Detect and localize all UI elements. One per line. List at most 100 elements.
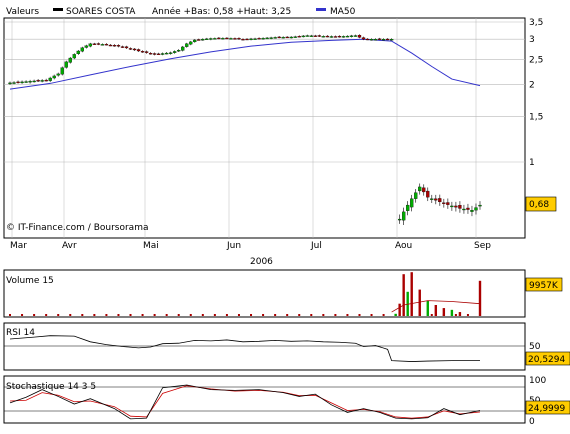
candle-body bbox=[144, 51, 149, 53]
volume-bar bbox=[93, 314, 96, 316]
candle-body bbox=[341, 36, 346, 38]
candle-body bbox=[181, 46, 185, 51]
candle-body bbox=[120, 46, 125, 48]
candle-body bbox=[84, 45, 88, 48]
candle-body bbox=[112, 45, 117, 47]
candle-body bbox=[261, 38, 265, 40]
volume-bar bbox=[153, 314, 156, 316]
price-tick-label: 2 bbox=[529, 81, 535, 91]
candle-body bbox=[281, 37, 285, 39]
volume-bar bbox=[9, 314, 11, 316]
volume-bar bbox=[398, 303, 401, 316]
candle-body bbox=[233, 38, 237, 40]
candles bbox=[8, 34, 482, 226]
volume-bar bbox=[442, 308, 446, 316]
candle-body bbox=[277, 36, 281, 39]
volume-bar bbox=[201, 314, 204, 316]
candle-body bbox=[450, 205, 454, 208]
price-tick-label: 3,5 bbox=[529, 18, 543, 28]
candle-body bbox=[446, 202, 450, 205]
candle-body bbox=[462, 208, 466, 211]
candle-body bbox=[160, 53, 165, 55]
candle-body bbox=[426, 190, 430, 198]
candle-body bbox=[369, 39, 374, 41]
volume-bar bbox=[334, 314, 337, 316]
stochastic-last: 24,9999 bbox=[528, 404, 565, 414]
price-tick-label: 1,5 bbox=[529, 113, 543, 123]
candle-body bbox=[88, 43, 92, 47]
rsi-tick-50: 50 bbox=[529, 342, 541, 352]
candle-body bbox=[325, 35, 330, 38]
volume-bar bbox=[57, 314, 60, 316]
volume-bar bbox=[418, 289, 421, 316]
series-swatch bbox=[53, 8, 63, 11]
volume-bar bbox=[454, 314, 457, 316]
candle-body bbox=[104, 43, 109, 46]
candle-body bbox=[132, 48, 137, 51]
price-axis: 3,5 3 2,5 2 1,5 1 bbox=[529, 18, 543, 168]
rsi-label: RSI 14 bbox=[6, 328, 35, 338]
volume-bar bbox=[225, 314, 228, 316]
candle-body bbox=[116, 45, 121, 47]
volume-bar bbox=[322, 314, 325, 316]
candle-body bbox=[197, 39, 201, 41]
candle-body bbox=[189, 41, 193, 45]
candle-body bbox=[297, 36, 301, 38]
candle-body bbox=[301, 35, 305, 38]
chart-canvas: Valeurs SOARES COSTA Année +Bas: 0,58 +H… bbox=[3, 6, 570, 427]
volume-bar bbox=[478, 280, 482, 316]
volume-bar bbox=[45, 314, 48, 316]
volume-bar bbox=[370, 314, 373, 316]
volume-bar bbox=[213, 314, 216, 316]
candle-body bbox=[474, 207, 478, 211]
candle-body bbox=[389, 39, 394, 41]
ma50-line bbox=[9, 38, 481, 90]
candle-body bbox=[124, 46, 129, 49]
month-axis: Mar Avr Mai Jun Jul Aou Sep bbox=[10, 241, 491, 251]
candle-body bbox=[458, 205, 462, 209]
price-tick-label: 2,5 bbox=[529, 56, 543, 66]
candle-body bbox=[333, 36, 338, 38]
candle-body bbox=[285, 36, 289, 39]
volume-bar bbox=[81, 314, 84, 316]
candle-body bbox=[353, 35, 358, 37]
volume-last: 9957K bbox=[529, 281, 559, 291]
month-label: Aou bbox=[395, 241, 412, 251]
candle-body bbox=[273, 37, 277, 39]
candle-body bbox=[165, 52, 169, 55]
volume-bar bbox=[466, 314, 469, 316]
volume-bar bbox=[286, 314, 289, 316]
ma-swatch bbox=[316, 8, 326, 11]
candle-body bbox=[177, 50, 181, 52]
volume-bar bbox=[165, 314, 168, 316]
candle-body bbox=[305, 35, 309, 37]
candle-body bbox=[349, 35, 354, 37]
candle-body bbox=[209, 38, 213, 40]
candle-body bbox=[381, 39, 386, 41]
last-price: 0,68 bbox=[529, 200, 549, 210]
candle-body bbox=[140, 51, 145, 53]
candle-body bbox=[100, 44, 105, 46]
candle-body bbox=[40, 80, 44, 82]
candle-body bbox=[422, 187, 426, 193]
volume-bar bbox=[105, 314, 108, 316]
volume-bar bbox=[450, 309, 454, 316]
candle-body bbox=[68, 57, 72, 63]
ma-label: MA50 bbox=[330, 7, 356, 17]
candle-body bbox=[205, 38, 209, 41]
candle-body bbox=[418, 186, 422, 192]
volume-bar bbox=[298, 314, 301, 316]
volume-bar bbox=[310, 314, 313, 316]
candle-body bbox=[217, 37, 221, 40]
volume-bar bbox=[141, 314, 144, 316]
candle-body bbox=[357, 34, 362, 38]
price-tick-label: 1 bbox=[529, 158, 535, 168]
month-label: Jun bbox=[226, 241, 241, 251]
candle-body bbox=[434, 198, 438, 201]
candle-body bbox=[317, 35, 321, 37]
candle-body bbox=[253, 38, 257, 40]
volume-bar bbox=[458, 312, 462, 316]
month-label: Mar bbox=[10, 241, 27, 251]
candle-body bbox=[269, 37, 273, 39]
candle-body bbox=[329, 36, 334, 38]
